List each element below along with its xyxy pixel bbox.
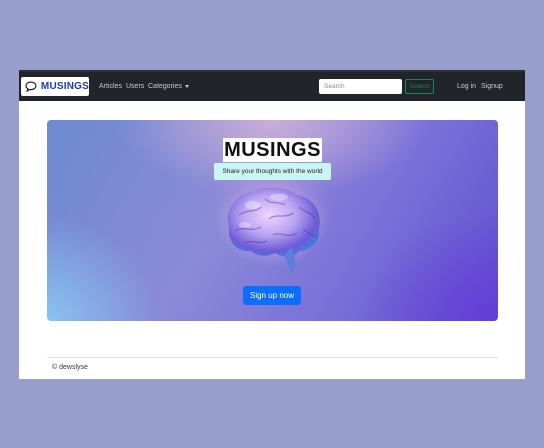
navbar: MUSINGS Articles Users Categories Search… <box>19 70 525 101</box>
brand-name: MUSINGS <box>40 81 89 92</box>
nav-dropdown-categories[interactable]: Categories <box>148 83 189 90</box>
nav-dropdown-label: Categories <box>148 83 182 90</box>
footer-copyright: © dewslyse <box>52 364 88 371</box>
nav-link-articles[interactable]: Articles <box>99 83 122 90</box>
browser-page: MUSINGS Articles Users Categories Search… <box>19 70 525 379</box>
caret-down-icon <box>184 84 189 88</box>
hero-title: MUSINGS <box>223 138 322 162</box>
signup-cta-button[interactable]: Sign up now <box>243 286 301 305</box>
signup-link[interactable]: Signup <box>481 83 503 90</box>
footer-divider <box>47 357 498 358</box>
nav-link-users[interactable]: Users <box>126 83 144 90</box>
brand-logo[interactable]: MUSINGS <box>21 77 89 96</box>
speech-bubble-icon <box>25 81 37 92</box>
hero-banner: MUSINGS Share your thoughts with the wor… <box>47 120 498 321</box>
login-link[interactable]: Log in <box>457 83 476 90</box>
search-input[interactable]: Search <box>319 79 402 94</box>
brain-illustration <box>216 179 328 273</box>
outer-frame: MUSINGS Articles Users Categories Search… <box>0 0 544 448</box>
search-button[interactable]: Search <box>405 79 434 94</box>
